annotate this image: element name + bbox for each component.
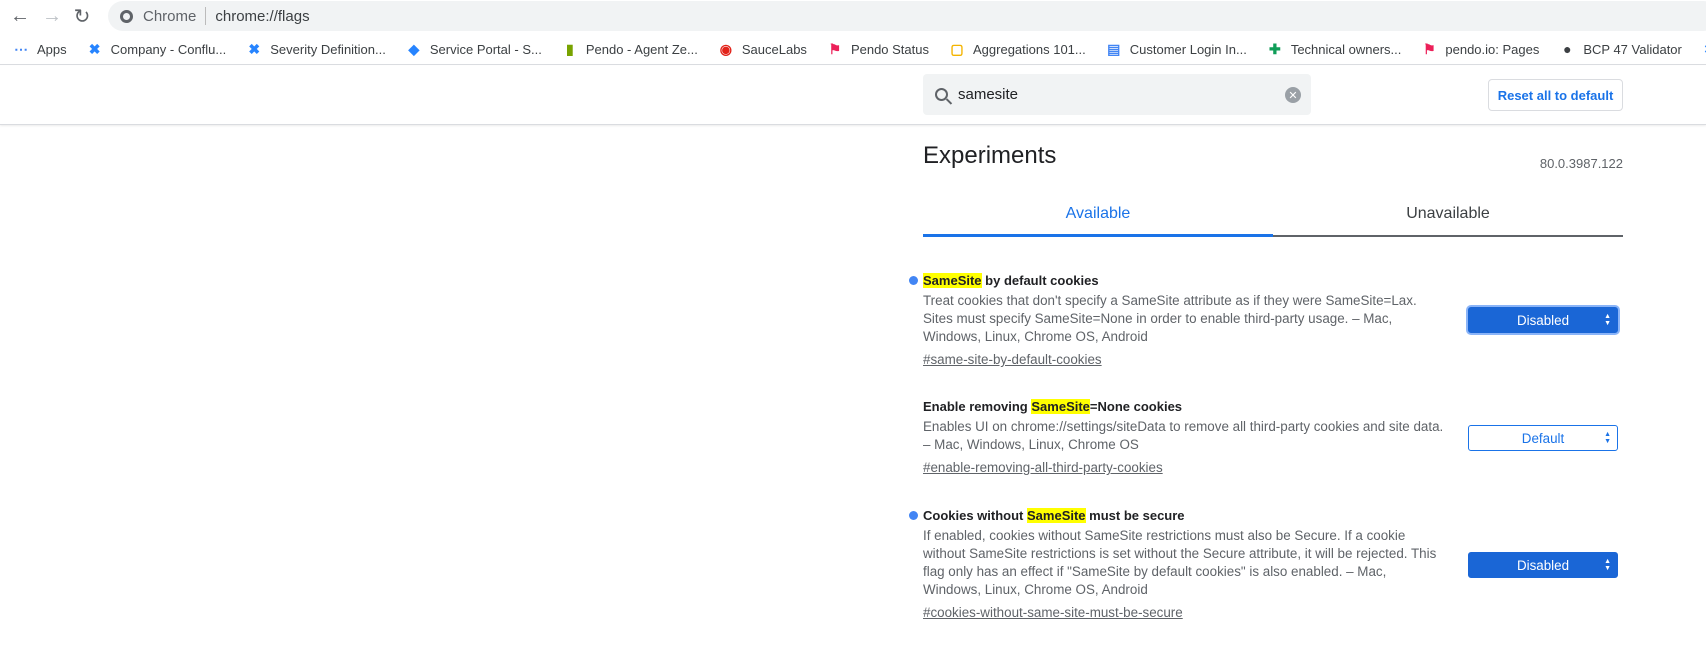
bookmark-item[interactable]: ⚑ pendo.io: Pages (1421, 41, 1539, 57)
tab-unavailable[interactable]: Unavailable (1273, 195, 1623, 235)
flag-name: Cookies without SameSite must be secure (923, 507, 1623, 525)
bookmark-item[interactable]: ◆ Service Portal - S... (406, 40, 542, 57)
browser-toolbar: ← → ↻ Chrome chrome://flags (0, 0, 1706, 32)
address-bar[interactable]: Chrome chrome://flags (108, 1, 1706, 31)
reload-icon[interactable]: ↻ (70, 4, 94, 28)
bookmark-item[interactable]: ✖Crowd (1702, 41, 1706, 57)
select-value: Disabled (1516, 557, 1570, 573)
google-sheets-icon: ✚ (1268, 40, 1281, 57)
flag-item: Enable removing SameSite=None cookies En… (923, 398, 1623, 477)
chrome-icon (120, 9, 133, 23)
flag-item: Cookies without SameSite must be secure … (909, 507, 1623, 622)
bookmark-label: SauceLabs (741, 41, 807, 57)
bookmark-item[interactable]: ● BCP 47 Validator (1559, 41, 1682, 57)
confluence-icon: ✖ (1702, 41, 1706, 57)
flag-link[interactable]: #enable-removing-all-third-party-cookies (923, 460, 1163, 475)
saucelabs-icon: ◉ (719, 40, 732, 57)
bookmark-item[interactable]: ◉ SauceLabs (718, 41, 807, 57)
select-value: Default (1521, 430, 1565, 446)
bookmark-label: Severity Definition... (270, 41, 386, 57)
forward-icon[interactable]: → (40, 4, 64, 28)
url-text[interactable]: chrome://flags (215, 8, 309, 25)
flag-select[interactable]: Disabled ▲ ▼ (1468, 552, 1618, 578)
flag-select[interactable]: Disabled ▲ ▼ (1468, 307, 1618, 333)
bookmarks-bar: ⋯ Apps ✖ Company - Conflu... ✖ Severity Defin… (0, 34, 1706, 65)
chrome-label: Chrome (143, 7, 197, 25)
pendo-icon: ⚑ (1423, 40, 1436, 57)
flag-name-text: =None cookies (1089, 399, 1183, 414)
flag-name-text: by default cookies (981, 273, 1099, 288)
zendesk-icon: ▮ (565, 40, 574, 57)
flag-link[interactable]: #same-site-by-default-cookies (923, 352, 1102, 367)
bookmark-label: Service Portal - S... (429, 41, 542, 57)
search-highlight: SameSite (923, 273, 982, 288)
bookmark-label: Technical owners... (1290, 41, 1402, 57)
flag-item: SameSite by default cookies Treat cookie… (909, 272, 1623, 369)
select-arrows-icon: ▲ ▼ (1604, 431, 1611, 445)
bookmark-item[interactable]: ⋯ Apps (13, 41, 67, 57)
pendo-icon: ⚑ (828, 40, 842, 57)
apps-grid-icon: ⋯ (14, 40, 28, 57)
flag-description: Treat cookies that don't specify a SameS… (923, 293, 1417, 344)
bookmark-label: Company - Conflu... (110, 41, 227, 57)
bookmark-item[interactable]: ✖ Company - Conflu... (87, 40, 227, 57)
flag-name-text: Enable removing (923, 399, 1032, 414)
version-label: 80.0.3987.122 (1539, 156, 1623, 171)
bookmark-label: Apps (37, 41, 67, 57)
page-title: Experiments (923, 142, 1057, 169)
flag-name-text: must be secure (1085, 508, 1185, 523)
confluence-icon: ✖ (88, 40, 101, 57)
bookmark-label: pendo.io: Pages (1445, 41, 1540, 57)
modified-indicator (909, 511, 918, 520)
flag-description: If enabled, cookies without SameSite res… (923, 528, 1437, 597)
modified-indicator (909, 276, 918, 285)
bookmark-label: Aggregations 101... (973, 41, 1086, 57)
flag-name-text: Cookies without (923, 508, 1027, 523)
flags-header: ✕ Reset all to default (0, 66, 1706, 125)
select-value: Disabled (1516, 312, 1570, 328)
clear-search-icon[interactable]: ✕ (1285, 87, 1301, 103)
bookmark-label: Customer Login In... (1129, 41, 1247, 57)
google-docs-icon: ▤ (1107, 40, 1121, 57)
search-icon (935, 88, 948, 101)
flag-link[interactable]: #cookies-without-same-site-must-be-secur… (923, 605, 1183, 620)
jira-service-icon: ◆ (408, 40, 420, 57)
back-icon[interactable]: ← (8, 4, 32, 28)
bookmark-item[interactable]: ▤ Customer Login In... (1106, 41, 1247, 57)
search-box[interactable]: ✕ (923, 74, 1311, 115)
flag-name: Enable removing SameSite=None cookies (923, 398, 1623, 416)
tabs: Available Unavailable (923, 195, 1623, 237)
bookmark-label: BCP 47 Validator (1583, 41, 1682, 57)
flag-name: SameSite by default cookies (923, 272, 1623, 290)
bookmark-item[interactable]: ▢ Aggregations 101... (949, 40, 1086, 57)
divider (205, 7, 207, 25)
select-arrows-icon: ▲ ▼ (1604, 558, 1611, 572)
tab-available[interactable]: Available (923, 195, 1273, 237)
google-slides-icon: ▢ (950, 40, 964, 57)
flag-select[interactable]: Default ▲ ▼ (1468, 425, 1618, 451)
search-input[interactable] (958, 86, 1278, 103)
bookmark-label: Pendo - Agent Ze... (585, 41, 698, 57)
bookmark-item[interactable]: ⚑ Pendo Status (827, 41, 929, 57)
reset-all-button[interactable]: Reset all to default (1488, 79, 1623, 111)
bookmark-item[interactable]: ▮ Pendo - Agent Ze... (562, 41, 698, 57)
search-highlight: SameSite (1027, 508, 1086, 523)
globe-icon: ● (1563, 41, 1572, 57)
flag-description: Enables UI on chrome://settings/siteData… (923, 419, 1444, 452)
confluence-icon: ✖ (248, 40, 261, 57)
bookmark-item[interactable]: ✖ Severity Definition... (246, 40, 386, 57)
search-highlight: SameSite (1031, 399, 1090, 414)
select-arrows-icon: ▲ ▼ (1604, 313, 1611, 327)
bookmark-label: Pendo Status (850, 41, 929, 57)
bookmark-item[interactable]: ✚ Technical owners... (1267, 40, 1402, 57)
